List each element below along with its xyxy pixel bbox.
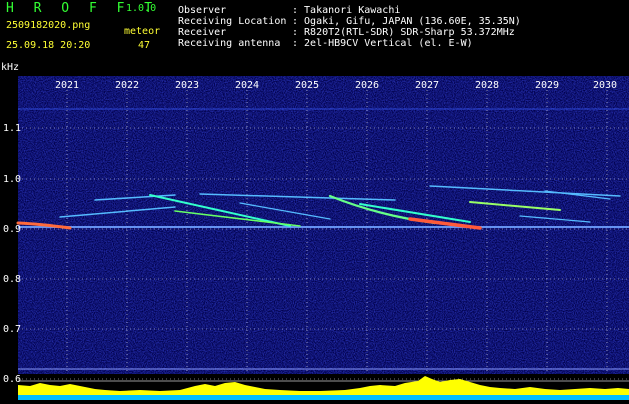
x-tick-2030: 2030 bbox=[593, 80, 618, 91]
spectrogram-noise bbox=[18, 76, 629, 374]
y-tick-0-7: 0.7 bbox=[3, 324, 22, 335]
info-value-observer: : Takanori Kawachi bbox=[292, 5, 401, 16]
info-value-antenna: : 2el-HB9CV Vertical (el. E-W) bbox=[292, 38, 473, 49]
x-tick-2028: 2028 bbox=[475, 80, 500, 91]
detect-count: 47 bbox=[138, 40, 151, 51]
level-strip-base bbox=[18, 395, 629, 400]
y-tick-0-6: 0.6 bbox=[3, 374, 22, 385]
x-tick-2023: 2023 bbox=[175, 80, 200, 91]
app-version: 1.0.0 bbox=[126, 3, 157, 14]
info-key-antenna: Receiving antenna bbox=[178, 38, 281, 49]
y-tick-0-8: 0.8 bbox=[3, 274, 22, 285]
y-tick-0-9: 0.9 bbox=[3, 224, 22, 235]
spectrogram-area: 1.1 1.0 0.9 0.8 0.7 0.6 bbox=[0, 76, 629, 400]
x-tick-2025: 2025 bbox=[295, 80, 320, 91]
info-value-location: : Ogaki, Gifu, JAPAN (136.60E, 35.35N) bbox=[292, 16, 521, 27]
detect-label: meteor bbox=[124, 26, 161, 37]
info-key-observer: Observer bbox=[178, 5, 227, 16]
y-tick-1-1: 1.1 bbox=[3, 123, 22, 134]
header-panel: H R O F F T 1.0.0 2509182020.png 25.09.1… bbox=[0, 0, 629, 76]
file-datetime: 25.09.18 20:20 bbox=[6, 40, 91, 51]
y-tick-1-0: 1.0 bbox=[3, 174, 22, 185]
x-tick-2021: 2021 bbox=[55, 80, 80, 91]
file-name: 2509182020.png bbox=[6, 20, 91, 31]
spectrogram-svg bbox=[16, 76, 629, 400]
x-tick-2022: 2022 bbox=[115, 80, 140, 91]
y-axis-unit: kHz bbox=[1, 62, 20, 73]
x-tick-2024: 2024 bbox=[235, 80, 260, 91]
info-value-receiver: : R820T2(RTL-SDR) SDR-Sharp 53.372MHz bbox=[292, 27, 515, 38]
x-tick-2027: 2027 bbox=[415, 80, 440, 91]
info-key-location: Receiving Location bbox=[178, 16, 287, 27]
x-tick-2026: 2026 bbox=[355, 80, 380, 91]
info-key-receiver: Receiver bbox=[178, 27, 227, 38]
x-tick-2029: 2029 bbox=[535, 80, 560, 91]
